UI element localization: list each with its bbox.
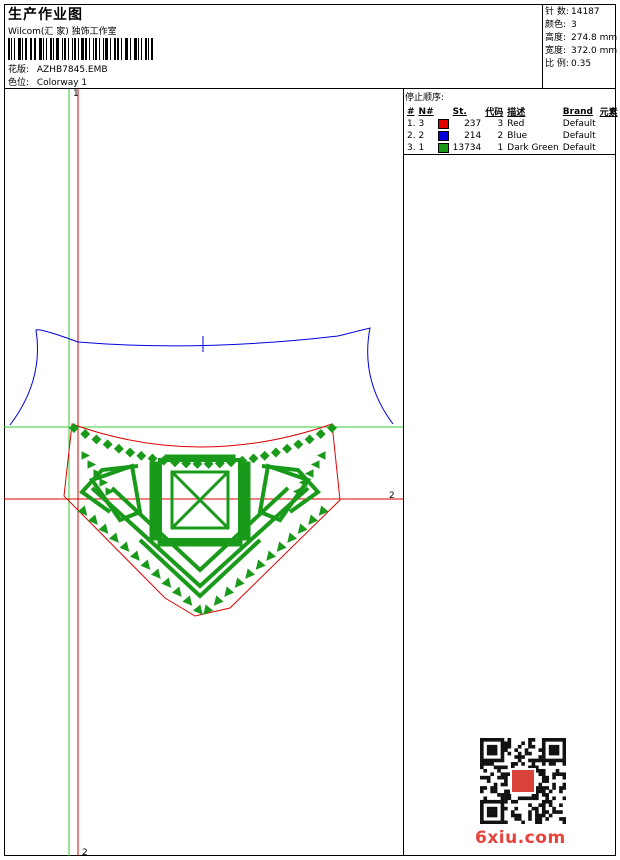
edge-triangle	[182, 595, 193, 606]
axis-label-bottom: 2	[82, 848, 88, 858]
border-bead	[282, 443, 293, 454]
edge-triangle	[255, 559, 266, 570]
design-canvas: 1 2 2	[4, 89, 403, 858]
border-bead	[304, 434, 315, 445]
design-outline	[63, 423, 341, 617]
edge-triangle	[87, 514, 98, 525]
border-bead	[91, 434, 102, 445]
edge-triangle	[287, 532, 298, 543]
qr-seal-icon	[510, 768, 536, 794]
edge-triangle	[224, 586, 235, 597]
center-bar-left	[149, 461, 159, 541]
center-cross	[170, 470, 230, 530]
edge-triangle	[99, 478, 109, 487]
edge-triangle	[245, 568, 256, 579]
embroidery-motif	[69, 423, 337, 615]
center-bar-top	[164, 454, 236, 462]
border-bead	[293, 439, 304, 450]
neckline-outline	[9, 327, 394, 426]
border-bead	[102, 439, 113, 450]
edge-triangle	[150, 568, 161, 579]
center-bar-bottom	[157, 539, 243, 547]
center-bar-right	[241, 461, 251, 541]
border-bead	[315, 429, 326, 439]
border-bead	[113, 443, 124, 454]
edge-triangle	[119, 541, 130, 552]
edge-triangle	[213, 595, 224, 606]
edge-triangle	[108, 532, 119, 543]
edge-triangle	[161, 577, 172, 588]
edge-triangle	[129, 550, 140, 561]
edge-triangle	[203, 604, 214, 615]
axis-label-right: 2	[389, 491, 395, 501]
edge-triangle	[234, 577, 245, 588]
border-bead	[147, 453, 158, 464]
watermark-logo: 6xiu.com	[475, 828, 566, 848]
edge-triangle	[276, 541, 287, 552]
border-bead	[80, 429, 91, 439]
border-bead	[259, 450, 270, 461]
edge-triangle	[318, 505, 329, 516]
edge-triangle	[81, 451, 91, 460]
edge-triangle	[87, 460, 97, 469]
edge-triangle	[304, 469, 314, 478]
axis-label-top: 1	[73, 89, 79, 99]
edge-triangle	[310, 460, 320, 469]
edge-triangle	[266, 550, 277, 561]
border-bead	[125, 447, 136, 458]
edge-triangle	[316, 451, 326, 460]
edge-triangle	[308, 514, 319, 525]
edge-triangle	[140, 559, 151, 570]
border-bead	[136, 450, 147, 461]
border-bead	[248, 453, 259, 464]
border-bead	[270, 447, 281, 458]
qr-code	[480, 738, 566, 824]
edge-triangle	[171, 586, 182, 597]
